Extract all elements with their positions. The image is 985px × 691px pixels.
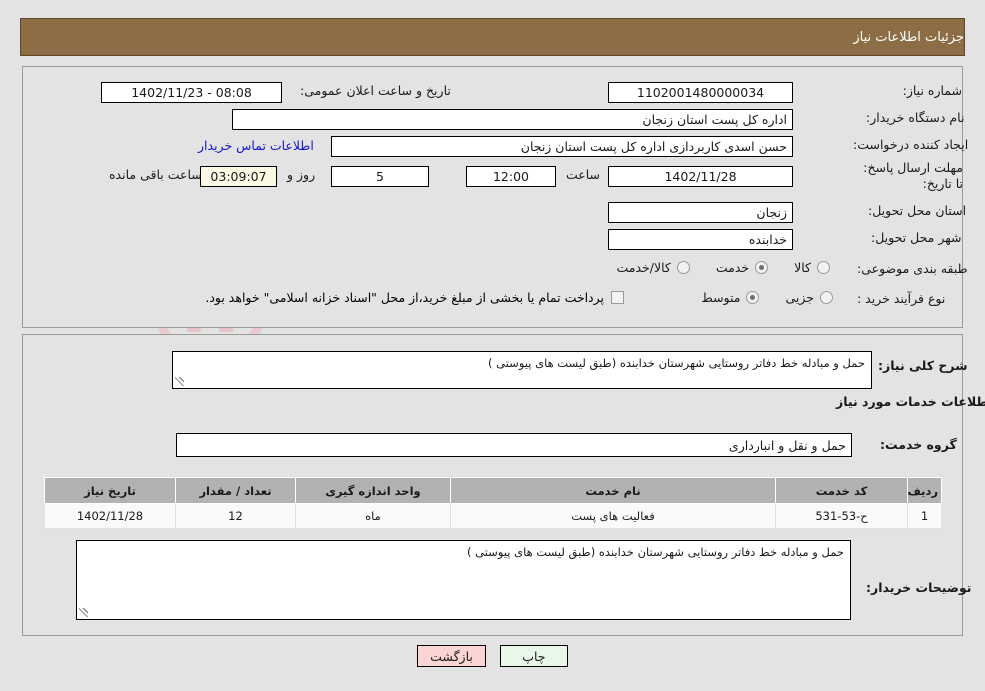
delivery-province-label: استان محل تحویل: <box>868 203 967 218</box>
need-number-label-row: شماره نیاز: <box>900 83 962 98</box>
purchase-type-label: نوع فرآیند خرید : <box>857 291 946 306</box>
purchase-type-option-motavaset[interactable]: متوسط <box>701 290 760 305</box>
back-button[interactable]: بازگشت <box>417 645 486 667</box>
buyer-org-label-row: نام دستگاه خریدار: <box>866 110 964 125</box>
deadline-days-label-row: روز و <box>282 167 320 182</box>
subject-class-options: کالا خدمت کالا/خدمت <box>490 260 830 275</box>
subject-class-label: طبقه بندی موضوعی: <box>857 261 968 276</box>
radio-icon[interactable] <box>820 291 833 304</box>
announce-datetime-label: تاریخ و ساعت اعلان عمومی: <box>300 83 451 98</box>
buyer-notes-label: توضیحات خریدار: <box>866 580 972 595</box>
deadline-label: مهلت ارسال پاسخ: تا تاریخ: <box>863 160 963 191</box>
buyer-notes-textarea[interactable]: حمل و مبادله خط دفاتر روستایی شهرستان خد… <box>76 540 851 620</box>
delivery-province-field[interactable]: زنجان <box>608 202 793 223</box>
deadline-label-row: مهلت ارسال پاسخ: تا تاریخ: <box>858 160 963 191</box>
option-label: متوسط <box>701 290 741 305</box>
services-section-title: اطلاعات خدمات مورد نیاز <box>836 394 985 409</box>
delivery-city-field[interactable]: خدابنده <box>608 229 793 250</box>
radio-icon[interactable] <box>755 261 769 274</box>
deadline-hour-label: ساعت <box>566 167 601 182</box>
announce-datetime-label-row: تاریخ و ساعت اعلان عمومی: <box>300 83 451 98</box>
action-button-bar: چاپ بازگشت <box>0 645 985 667</box>
col-header-unit: واحد اندازه گیری <box>295 477 451 504</box>
announce-datetime-field[interactable]: 08:08 - 1402/11/23 <box>101 82 282 103</box>
service-group-field[interactable]: حمل و نقل و انبارداری <box>176 433 852 457</box>
general-desc-textarea[interactable]: حمل و مبادله خط دفاتر روستایی شهرستان خد… <box>172 351 872 389</box>
col-header-service-name: نام خدمت <box>450 477 776 504</box>
services-table: ردیف کد خدمت نام خدمت واحد اندازه گیری ت… <box>44 477 942 529</box>
deadline-countdown-label: ساعت باقی مانده <box>109 167 202 182</box>
deadline-countdown-field: 03:09:07 <box>200 166 277 187</box>
subject-class-option-kala-khedmat[interactable]: کالا/خدمت <box>616 260 690 275</box>
print-button[interactable]: چاپ <box>499 645 568 667</box>
option-label: کالا/خدمت <box>616 260 671 275</box>
table-row[interactable]: 1 ح-53-531 فعالیت های پست ماه 12 1402/11… <box>44 503 942 529</box>
service-group-label: گروه خدمت: <box>880 437 957 452</box>
buyer-contact-link[interactable]: اطلاعات تماس خریدار <box>198 138 314 153</box>
treasury-bonds-checkbox-label: پرداخت تمام یا بخشی از مبلغ خرید،از محل … <box>205 290 604 305</box>
buyer-contact-link-row: اطلاعات تماس خریدار <box>198 138 314 153</box>
deadline-hour-label-row: ساعت <box>561 167 605 182</box>
radio-icon[interactable] <box>817 261 830 274</box>
buyer-org-field[interactable]: اداره کل پست استان زنجان <box>232 109 793 130</box>
checkbox-icon[interactable] <box>611 291 624 304</box>
col-header-service-code: کد خدمت <box>775 477 908 504</box>
cell-service-code: ح-53-531 <box>775 503 908 529</box>
option-label: جزیی <box>785 290 814 305</box>
need-number-label: شماره نیاز: <box>902 83 962 98</box>
deadline-date-field[interactable]: 1402/11/28 <box>608 166 793 187</box>
option-label: کالا <box>794 260 811 275</box>
deadline-countdown-label-row: ساعت باقی مانده <box>104 167 207 182</box>
radio-icon[interactable] <box>676 261 690 274</box>
request-creator-field[interactable]: حسن اسدی کاربردازی اداره کل پست استان زن… <box>331 136 793 157</box>
treasury-bonds-checkbox-row[interactable]: پرداخت تمام یا بخشی از مبلغ خرید،از محل … <box>124 290 624 305</box>
buyer-org-label: نام دستگاه خریدار: <box>866 110 965 125</box>
delivery-city-label: شهر محل تحویل: <box>871 230 962 245</box>
delivery-province-label-row: استان محل تحویل: <box>868 203 966 218</box>
request-creator-label: ایجاد کننده درخواست: <box>853 137 969 152</box>
col-header-quantity: تعداد / مقدار <box>175 477 296 504</box>
cell-service-name: فعالیت های پست <box>450 503 776 529</box>
cell-need-date: 1402/11/28 <box>44 503 176 529</box>
general-desc-label: شرح کلی نیاز: <box>878 358 968 373</box>
need-number-field[interactable]: 1102001480000034 <box>608 82 793 103</box>
request-creator-label-row: ایجاد کننده درخواست: <box>853 137 968 152</box>
purchase-type-label-row: نوع فرآیند خرید : <box>857 291 945 306</box>
cell-radif: 1 <box>907 503 942 529</box>
need-info-panel <box>22 66 963 328</box>
deadline-days-label: روز و <box>287 167 316 182</box>
subject-class-option-kala[interactable]: کالا <box>794 260 830 275</box>
delivery-city-label-row: شهر محل تحویل: <box>871 230 961 245</box>
page-root: AriaTender.net جزئیات اطلاعات نیاز شماره… <box>0 0 985 691</box>
purchase-type-option-jozei[interactable]: جزیی <box>785 290 833 305</box>
col-header-radif: ردیف <box>907 477 942 504</box>
col-header-need-date: تاریخ نیاز <box>44 477 176 504</box>
cell-unit: ماه <box>295 503 451 529</box>
option-label: خدمت <box>715 260 750 275</box>
deadline-hour-field[interactable]: 12:00 <box>466 166 556 187</box>
radio-icon[interactable] <box>746 291 760 304</box>
page-title-text: جزئیات اطلاعات نیاز <box>853 29 964 45</box>
subject-class-option-khedmat[interactable]: خدمت <box>715 260 769 275</box>
table-header-row: ردیف کد خدمت نام خدمت واحد اندازه گیری ت… <box>44 477 942 504</box>
deadline-days-field[interactable]: 5 <box>331 166 429 187</box>
page-title: جزئیات اطلاعات نیاز <box>20 18 965 56</box>
cell-quantity: 12 <box>175 503 296 529</box>
subject-class-label-row: طبقه بندی موضوعی: <box>857 261 968 276</box>
